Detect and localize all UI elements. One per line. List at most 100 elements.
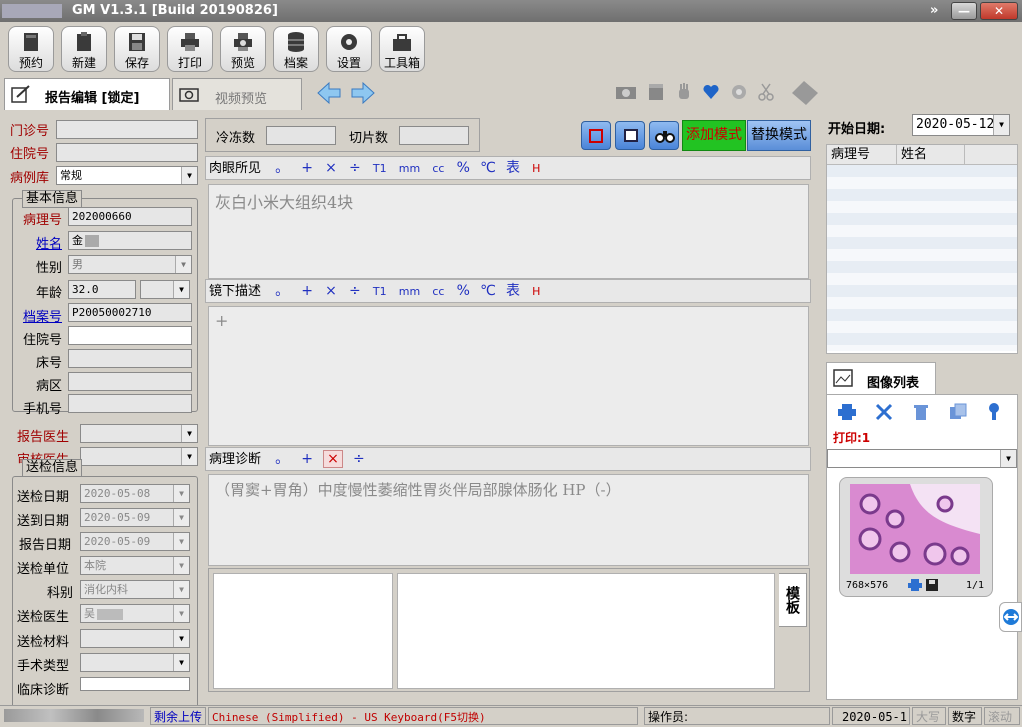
send-unit-select[interactable]: 本院 ▼ [80,556,190,575]
chevron-down-icon[interactable]: ▼ [181,448,197,465]
gender-select[interactable]: 男 ▼ [68,255,192,274]
symbol-plus[interactable]: + [301,451,313,467]
review-stamp-button[interactable] [581,121,611,150]
report-doctor-select[interactable]: ▼ [80,424,198,443]
symbol-h[interactable]: H [532,162,540,175]
age-field[interactable]: 32.0 [68,280,136,299]
save-small-icon[interactable] [926,579,938,591]
frozen-count-field[interactable] [266,126,336,145]
chevron-down-icon[interactable]: ▼ [993,115,1009,135]
symbol-times[interactable]: × [325,160,337,176]
case-db-select[interactable]: 常规 ▼ [56,166,198,185]
preview-button[interactable]: 预览 [220,26,266,72]
ward-field[interactable] [68,372,192,391]
clapperboard-icon[interactable] [648,83,664,101]
pathology-no-field[interactable]: 202000660 [68,207,192,226]
scissors-icon[interactable] [758,83,774,101]
start-date-picker[interactable]: 2020-05-12 ▼ [912,114,1010,136]
symbol-t1[interactable]: T1 [373,162,387,175]
template-tab[interactable]: 模板 [779,573,807,627]
inpatient2-field[interactable] [68,326,192,345]
symbol-period[interactable]: 。 [275,283,289,299]
symbol-percent[interactable]: % [457,160,470,176]
review-doctor-select[interactable]: ▼ [80,447,198,466]
remote-connect-button[interactable] [999,602,1022,632]
symbol-plus[interactable]: + [301,160,313,176]
symbol-period[interactable]: 。 [275,451,289,467]
delete-x-icon[interactable] [875,403,893,421]
chevron-down-icon[interactable]: ▼ [181,425,197,442]
minimize-button[interactable]: — [951,2,977,20]
chevron-down-icon[interactable]: ▼ [173,630,189,647]
report-date-picker[interactable]: 2020-05-09 ▼ [80,532,190,551]
symbol-mm[interactable]: mm [399,162,420,175]
new-button[interactable]: 新建 [61,26,107,72]
symbol-percent[interactable]: % [457,283,470,299]
send-date-picker[interactable]: 2020-05-08 ▼ [80,484,190,503]
forward-arrow-icon[interactable] [350,81,376,105]
name-label[interactable]: 姓名 [10,233,62,252]
slice-count-field[interactable] [399,126,469,145]
chevron-down-icon[interactable]: ▼ [173,533,189,550]
inpatient-field[interactable] [56,143,198,162]
back-arrow-icon[interactable] [316,81,342,105]
gear-small-icon[interactable] [730,83,748,101]
chevron-down-icon[interactable]: ▼ [173,654,189,671]
image-filter-select[interactable]: ▼ [827,449,1017,468]
col-name[interactable]: 姓名 [897,145,965,164]
appointment-button[interactable]: 预约 [8,26,54,72]
archive-field[interactable]: P20050002710 [68,303,192,322]
trash-icon[interactable] [913,403,929,421]
chevron-down-icon[interactable]: ▼ [173,485,189,502]
monitor-button[interactable] [615,121,645,150]
add-mode-button[interactable]: 添加模式 [682,120,746,151]
material-select[interactable]: ▼ [80,629,190,648]
symbol-t1[interactable]: T1 [373,285,387,298]
outpatient-field[interactable] [56,120,198,139]
name-field[interactable]: 金 [68,231,192,250]
symbol-divide[interactable]: ÷ [349,160,361,176]
binoculars-button[interactable] [649,121,679,150]
chevron-down-icon[interactable]: ▼ [173,557,189,574]
template-content[interactable] [397,573,775,689]
col-pathology-no[interactable]: 病理号 [827,145,897,164]
chevron-down-icon[interactable]: » [930,3,938,18]
archive-label[interactable]: 档案号 [10,306,62,325]
symbol-cc[interactable]: cc [432,162,444,175]
symbol-table[interactable]: 表 [506,160,520,176]
symbol-plus[interactable]: + [301,283,313,299]
print-button[interactable]: 打印 [167,26,213,72]
chevron-down-icon[interactable]: ▼ [173,509,189,526]
ime-indicator[interactable]: Chinese (Simplified) - US Keyboard(F5切换) [208,707,638,725]
toolbox-button[interactable]: 工具箱 [379,26,425,72]
symbol-cc[interactable]: cc [432,285,444,298]
phone-field[interactable] [68,394,192,413]
image-thumbnail-card[interactable]: 768×576 1/1 [839,477,993,597]
camera-gray-icon[interactable] [615,84,637,100]
tab-image-list[interactable]: 图像列表 [826,362,936,394]
bed-field[interactable] [68,349,192,368]
tab-video-preview[interactable]: 视频预览 [172,78,302,110]
save-button[interactable]: 保存 [114,26,160,72]
eraser-icon[interactable] [790,79,820,107]
chevron-down-icon[interactable]: ▼ [181,167,197,184]
print-small-icon[interactable] [908,579,922,591]
symbol-divide[interactable]: ÷ [353,451,365,467]
chevron-down-icon[interactable]: ▼ [1000,450,1016,467]
wrench-icon[interactable] [985,403,1003,421]
send-doctor-select[interactable]: 吴 ▼ [80,604,190,623]
symbol-table[interactable]: 表 [506,283,520,299]
age-unit-select[interactable]: ▼ [140,280,190,299]
clinical-field[interactable] [80,677,190,691]
chevron-down-icon[interactable]: ▼ [173,281,189,298]
symbol-celsius[interactable]: ℃ [480,160,496,176]
chevron-down-icon[interactable]: ▼ [175,256,191,273]
template-tree[interactable] [213,573,393,689]
close-button[interactable]: ✕ [980,2,1018,20]
copy-icon[interactable] [949,403,967,421]
chevron-down-icon[interactable]: ▼ [173,581,189,598]
chevron-down-icon[interactable]: ▼ [173,605,189,622]
replace-mode-button[interactable]: 替换模式 [747,120,811,151]
tab-report-edit[interactable]: 报告编辑 [锁定] [4,78,170,110]
heart-icon[interactable] [702,84,720,100]
